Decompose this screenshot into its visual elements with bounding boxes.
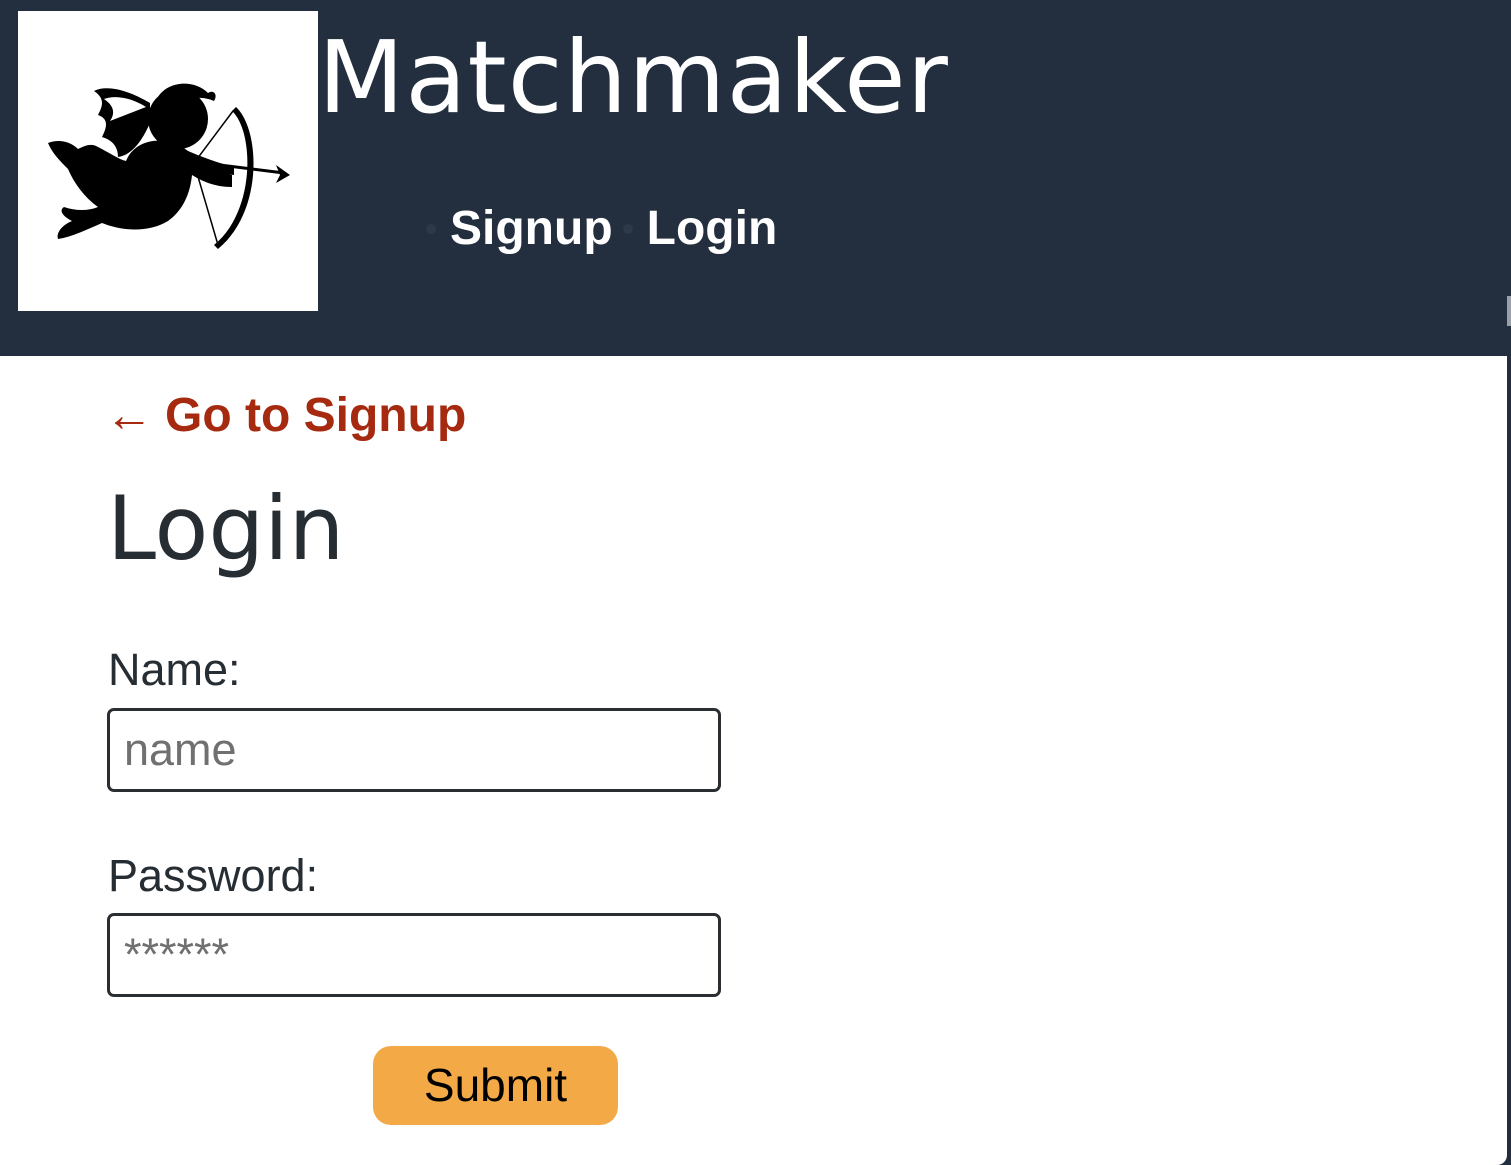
main-nav: Signup Login bbox=[416, 196, 777, 262]
nav-item-login: Login bbox=[613, 196, 778, 262]
site-header: Matchmaker Signup Login bbox=[0, 0, 1507, 356]
nav-link-login[interactable]: Login bbox=[647, 196, 778, 262]
page-title: Login bbox=[107, 477, 345, 580]
bullet-icon bbox=[426, 224, 436, 234]
main-content: ←Go to Signup Login Name: Password: Subm… bbox=[0, 356, 1507, 1165]
password-label: Password: bbox=[108, 850, 319, 901]
nav-link-signup[interactable]: Signup bbox=[450, 196, 613, 262]
go-to-signup-label: Go to Signup bbox=[165, 389, 467, 442]
name-input[interactable] bbox=[107, 708, 721, 792]
left-arrow-icon: ← bbox=[105, 389, 153, 442]
logo bbox=[18, 11, 318, 311]
submit-button[interactable]: Submit bbox=[373, 1046, 618, 1125]
name-label: Name: bbox=[108, 644, 241, 695]
cupid-icon bbox=[48, 83, 290, 249]
password-input[interactable] bbox=[107, 913, 721, 997]
go-to-signup-link[interactable]: ← Go to Signup bbox=[105, 386, 466, 446]
site-title: Matchmaker bbox=[318, 19, 949, 136]
bullet-icon bbox=[622, 224, 633, 234]
scrollbar[interactable] bbox=[1507, 296, 1511, 326]
nav-item-signup: Signup bbox=[416, 196, 613, 262]
